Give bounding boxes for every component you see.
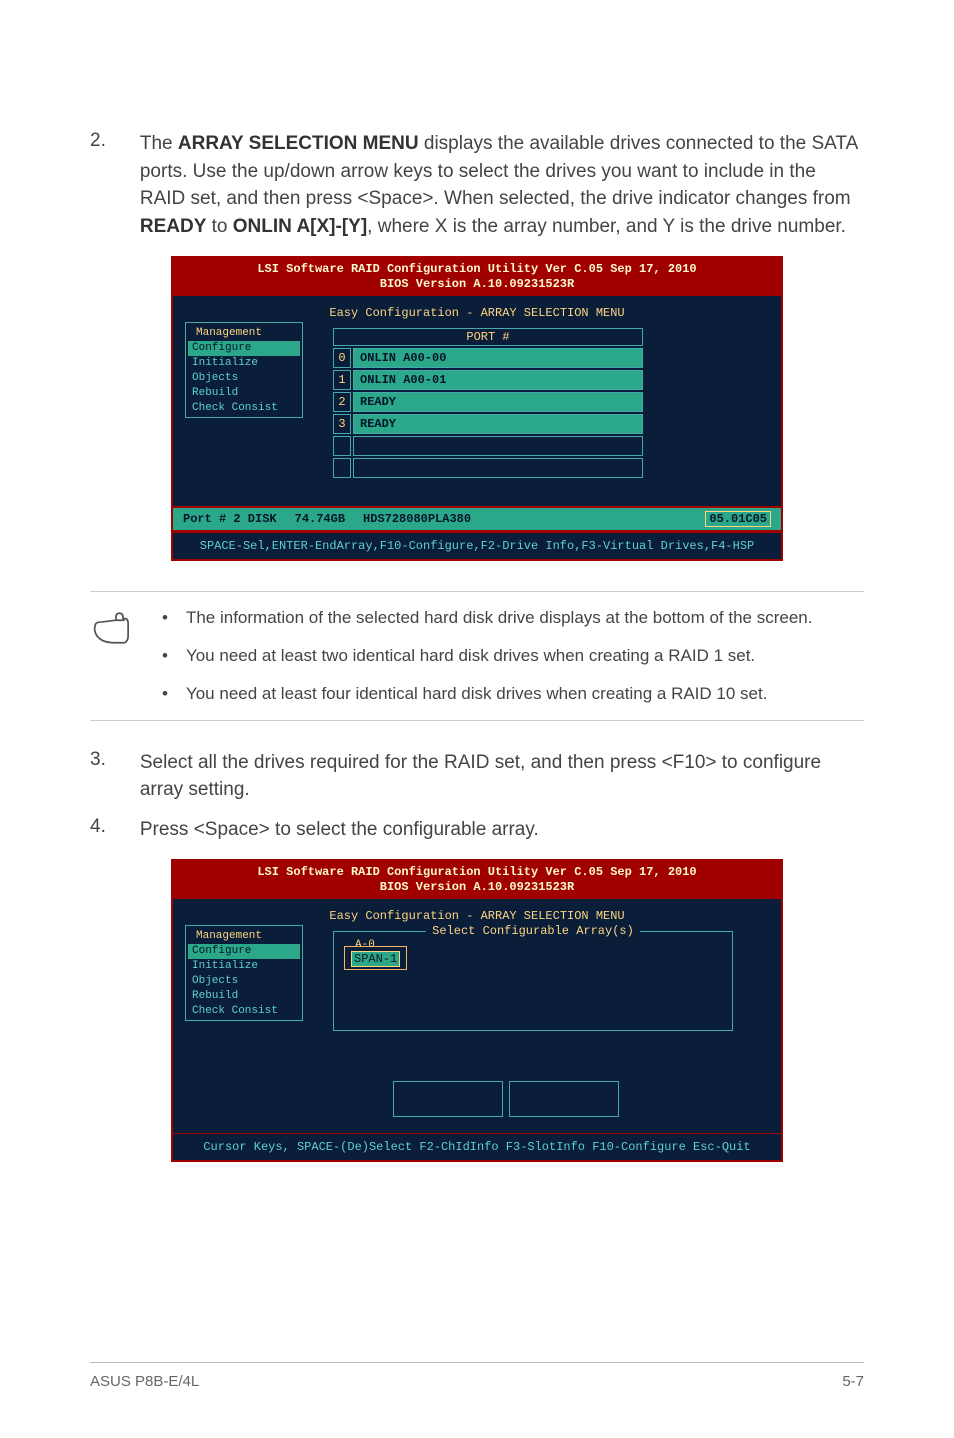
step-3: 3. Select all the drives required for th…	[90, 749, 864, 804]
bios2-menu-objects[interactable]: Objects	[188, 974, 300, 989]
step-2-seg-d: , where X is the array number, and Y is …	[367, 216, 846, 237]
bios1-management-menu: Management Configure Initialize Objects …	[185, 322, 303, 418]
bios1-menu-initialize[interactable]: Initialize	[188, 356, 300, 371]
step-4-number: 4.	[90, 816, 106, 844]
bios1-subtitle: Easy Configuration - ARRAY SELECTION MEN…	[183, 306, 771, 320]
bios1-port-2-idx: 2	[333, 392, 351, 412]
step-2-number: 2.	[90, 130, 106, 240]
note-3: • You need at least four identical hard …	[162, 682, 858, 706]
bios2-inner-subtitle-text: Select Configurable Array(s)	[426, 924, 640, 938]
bios2-menu-title: Management	[194, 930, 264, 942]
bios2-title: LSI Software RAID Configuration Utility …	[173, 861, 781, 899]
bios1-title: LSI Software RAID Configuration Utility …	[173, 258, 781, 296]
bios1-port-4-label	[353, 436, 643, 456]
bios2-span-head: A-0	[355, 939, 400, 951]
bios1-title-line1: LSI Software RAID Configuration Utility …	[179, 262, 775, 277]
bios1-port-3-label: READY	[353, 414, 643, 434]
footer-product: ASUS P8B-E/4L	[90, 1373, 199, 1390]
bios2-subtitle: Easy Configuration - ARRAY SELECTION MEN…	[183, 909, 771, 923]
bios2-title-line1: LSI Software RAID Configuration Utility …	[179, 865, 775, 880]
bios2-menu-initialize[interactable]: Initialize	[188, 959, 300, 974]
bullet-icon: •	[162, 644, 168, 668]
bullet-icon: •	[162, 682, 168, 706]
step-2-seg-a: The	[140, 133, 178, 154]
bios1-menu-title: Management	[194, 327, 264, 339]
page-footer: ASUS P8B-E/4L 5-7	[90, 1362, 864, 1390]
bios2-management-menu: Management Configure Initialize Objects …	[185, 925, 303, 1021]
note-block: • The information of the selected hard d…	[90, 591, 864, 720]
note-hand-icon	[90, 606, 142, 705]
bios2-blank-box-1	[393, 1081, 503, 1117]
bios1-menu-objects[interactable]: Objects	[188, 371, 300, 386]
step-2: 2. The ARRAY SELECTION MENU displays the…	[90, 130, 864, 240]
bios1-title-line2: BIOS Version A.10.09231523R	[179, 277, 775, 292]
step-2-bold-a: ARRAY SELECTION MENU	[178, 133, 419, 154]
bios1-disk-info-bar: Port # 2 DISK 74.74GB HDS728080PLA380 05…	[173, 506, 781, 532]
bios1-menu-check-consist[interactable]: Check Consist	[188, 401, 300, 416]
bios2-footer-help: Cursor Keys, SPACE-(De)Select F2-ChIdInf…	[173, 1133, 781, 1160]
bios1-disk-code: 05.01C05	[705, 511, 771, 527]
bios2-menu-rebuild[interactable]: Rebuild	[188, 989, 300, 1004]
step-4-text: Press <Space> to select the configurable…	[140, 816, 864, 844]
bios1-port-row-4	[333, 436, 643, 456]
step-2-bold-c: ONLIN A[X]-[Y]	[233, 216, 367, 237]
bios2-blank-boxes	[393, 1081, 733, 1117]
step-4: 4. Press <Space> to select the configura…	[90, 816, 864, 844]
bios2-inner-subtitle: Select Configurable Array(s)	[344, 924, 722, 938]
bullet-icon: •	[162, 606, 168, 630]
bios1-port-row-1[interactable]: 1 ONLIN A00-01	[333, 370, 643, 390]
bios1-footer-help: SPACE-Sel,ENTER-EndArray,F10-Configure,F…	[173, 532, 781, 559]
step-2-seg-c: to	[206, 216, 232, 237]
bios1-port-2-label: READY	[353, 392, 643, 412]
bios2-span-box[interactable]: A-0 SPAN-1	[344, 946, 407, 970]
bios2-title-line2: BIOS Version A.10.09231523R	[179, 880, 775, 895]
note-1: • The information of the selected hard d…	[162, 606, 858, 630]
bios1-port-0-label: ONLIN A00-00	[353, 348, 643, 368]
bios1-port-1-label: ONLIN A00-01	[353, 370, 643, 390]
note-1-text: The information of the selected hard dis…	[186, 606, 813, 630]
bios1-port-5-label	[353, 458, 643, 478]
bios1-disk-size: 74.74GB	[295, 512, 345, 526]
bios1-port-panel: PORT # 0 ONLIN A00-00 1 ONLIN A00-01 2 R…	[333, 328, 643, 478]
bios1-port-0-idx: 0	[333, 348, 351, 368]
note-2-text: You need at least two identical hard dis…	[186, 644, 755, 668]
bios1-menu-rebuild[interactable]: Rebuild	[188, 386, 300, 401]
step-2-text: The ARRAY SELECTION MENU displays the av…	[140, 130, 864, 240]
bios-screenshot-2: LSI Software RAID Configuration Utility …	[90, 859, 864, 1162]
bios1-port-row-5	[333, 458, 643, 478]
bios1-port-header: PORT #	[333, 328, 643, 346]
note-2: • You need at least two identical hard d…	[162, 644, 858, 668]
bios1-port-3-idx: 3	[333, 414, 351, 434]
footer-page-number: 5-7	[842, 1373, 864, 1390]
bios2-menu-check-consist[interactable]: Check Consist	[188, 1004, 300, 1019]
step-3-text: Select all the drives required for the R…	[140, 749, 864, 804]
step-3-number: 3.	[90, 749, 106, 804]
bios2-inner-panel: Select Configurable Array(s) A-0 SPAN-1	[333, 931, 733, 1117]
bios1-menu-configure[interactable]: Configure	[188, 341, 300, 356]
bios1-port-row-0[interactable]: 0 ONLIN A00-00	[333, 348, 643, 368]
step-2-bold-b: READY	[140, 216, 207, 237]
bios2-span-value: SPAN-1	[351, 951, 400, 967]
bios2-blank-box-2	[509, 1081, 619, 1117]
note-3-text: You need at least four identical hard di…	[186, 682, 768, 706]
bios2-menu-configure[interactable]: Configure	[188, 944, 300, 959]
bios1-disk-port: Port # 2 DISK	[183, 512, 277, 526]
bios1-port-5-idx	[333, 458, 351, 478]
bios1-port-row-3[interactable]: 3 READY	[333, 414, 643, 434]
bios1-port-1-idx: 1	[333, 370, 351, 390]
bios-screenshot-1: LSI Software RAID Configuration Utility …	[90, 256, 864, 561]
bios1-disk-model: HDS728080PLA380	[363, 512, 471, 526]
bios1-port-4-idx	[333, 436, 351, 456]
bios1-port-row-2[interactable]: 2 READY	[333, 392, 643, 412]
